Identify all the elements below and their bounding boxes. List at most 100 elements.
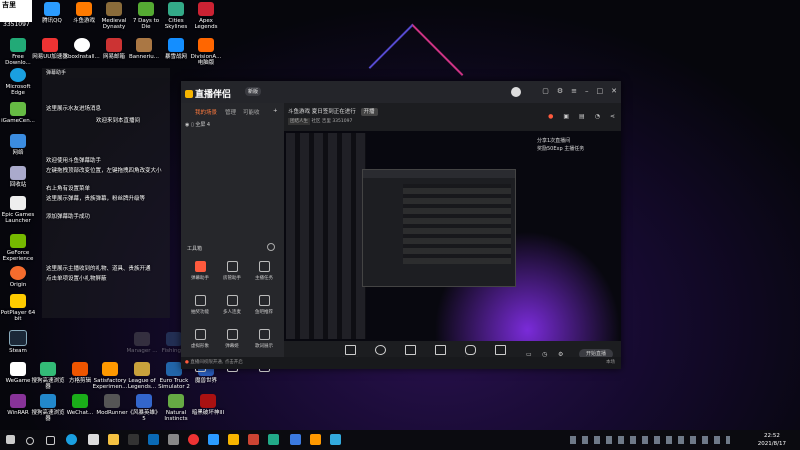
- status-text[interactable]: 直播间权限开通, 点击开启: [190, 360, 242, 365]
- desktop-icon-diablo[interactable]: 暗黑破坏神III: [190, 394, 226, 416]
- app-window[interactable]: 直播伴侣 新版 ▢ ⚙ ≡ – □ ✕ 我的场景 管理 可能收 + ◉ ▯ 全屏…: [181, 81, 621, 372]
- close-icon[interactable]: ✕: [611, 87, 617, 95]
- desktop-icon-epic[interactable]: Epic Games Launcher: [0, 196, 36, 224]
- version-tag[interactable]: 新版: [245, 87, 262, 96]
- menu-icon[interactable]: ≡: [571, 87, 577, 95]
- tool-tasks[interactable]: 主播任务: [249, 261, 279, 281]
- app-icon-4[interactable]: [268, 434, 279, 445]
- desktop-icon-network[interactable]: 网络: [0, 134, 36, 156]
- xbox-icon: [74, 38, 90, 52]
- tab-scenes[interactable]: 我的场景: [195, 108, 217, 116]
- record-icon[interactable]: ●: [548, 113, 553, 120]
- app-logo: 直播伴侣: [185, 87, 231, 100]
- desktop-icon-apex[interactable]: Apex Legends: [188, 2, 224, 30]
- desktop-icon-uu[interactable]: 网易UU加速器: [32, 38, 68, 60]
- gift-icon: [194, 295, 206, 306]
- desktop-icon-recycle[interactable]: 回收站: [0, 166, 36, 188]
- explorer-icon[interactable]: [108, 434, 119, 445]
- eye-icon[interactable]: ◉: [185, 122, 189, 128]
- medieval-icon: [106, 2, 122, 16]
- satisfactory-icon: [102, 362, 118, 376]
- desktop-icon-modrunner[interactable]: ModRunner: [94, 394, 130, 416]
- edge-taskbar-icon[interactable]: [66, 434, 77, 445]
- room-actions: ● ▣ ▤ ◔ ⋖: [548, 113, 615, 120]
- task-view-icon[interactable]: [46, 436, 55, 445]
- chrome-icon[interactable]: [188, 434, 199, 445]
- minimize-icon[interactable]: –: [585, 87, 589, 95]
- fangge-icon: [72, 362, 88, 376]
- tool-danmaku-ji[interactable]: 弹幕姬: [217, 329, 247, 349]
- avatar[interactable]: [511, 87, 521, 97]
- desktop-icon-steam[interactable]: Steam: [0, 330, 36, 354]
- desktop-icon-edge[interactable]: Microsoft Edge: [0, 68, 36, 96]
- desktop-icon-xbox[interactable]: XboxInstall...: [64, 38, 100, 60]
- overlay-header[interactable]: 弹幕助手: [42, 68, 170, 78]
- collapse-icon[interactable]: [267, 243, 275, 251]
- live-tag[interactable]: 开播: [360, 108, 378, 116]
- app-icon[interactable]: [168, 434, 179, 445]
- tool-lyrics[interactable]: 歌词展示: [249, 329, 279, 349]
- desktop-icon-medieval[interactable]: Medieval Dynasty: [96, 2, 132, 30]
- tool-room-manager[interactable]: 房管助手: [217, 261, 247, 281]
- room-meta: 团结人生 社区 吉里 3351097: [288, 118, 353, 125]
- danmaku-overlay[interactable]: 弹幕助手 这里展示水友进场消息 欢迎来到本直播间 欢迎使用斗鱼弹幕助手 左键拖拽…: [42, 68, 170, 318]
- danmaku-icon: [194, 261, 206, 272]
- tool-danmaku[interactable]: 弹幕助手: [185, 261, 215, 281]
- heroes-icon: [136, 394, 152, 408]
- qq-taskbar-icon[interactable]: [208, 434, 219, 445]
- add-scene-icon[interactable]: +: [273, 108, 278, 114]
- app-icon-6[interactable]: [310, 434, 321, 445]
- recycle-bin-icon: [10, 166, 26, 180]
- app-icon-7[interactable]: [330, 434, 341, 445]
- camera-icon: [374, 345, 386, 355]
- terminal-icon[interactable]: [128, 434, 139, 445]
- search-icon[interactable]: [26, 437, 34, 445]
- tray-icons[interactable]: [570, 436, 730, 444]
- lock-icon[interactable]: ▯: [191, 122, 194, 128]
- truck-icon: [166, 362, 182, 376]
- desktop-icon-origin[interactable]: Origin: [0, 266, 36, 288]
- nested-content: [403, 184, 511, 264]
- user-icon: [226, 261, 238, 272]
- bell-icon[interactable]: ◔: [595, 113, 600, 120]
- windows-start-icon[interactable]: [6, 435, 15, 444]
- message-icon[interactable]: ▢: [542, 87, 549, 95]
- desktop-icon-igame[interactable]: iGameCen...: [0, 102, 36, 124]
- desktop-icon-division[interactable]: DivisionA... 电脑版: [188, 38, 224, 66]
- natural-icon: [168, 394, 184, 408]
- scene-item[interactable]: ◉ ▯ 全屏 4: [185, 121, 210, 128]
- taskbar-clock[interactable]: 22:52 2021/8/17: [758, 432, 786, 448]
- store-icon[interactable]: [88, 434, 99, 445]
- app-icon-2[interactable]: [228, 434, 239, 445]
- tool-multi-mic[interactable]: 多人连麦: [217, 295, 247, 315]
- desktop-icon-manager[interactable]: Manager ...: [124, 332, 160, 354]
- desktop-icon-wechat[interactable]: WeChat...: [62, 394, 98, 416]
- stream-preview[interactable]: 分享1次直播间 奖励50Exp 主播任务: [284, 131, 621, 341]
- vscode-icon[interactable]: [148, 434, 159, 445]
- layout-icon[interactable]: ▤: [579, 113, 585, 120]
- desktop-icon-free[interactable]: Free Downlo...: [0, 38, 36, 66]
- tab-manage[interactable]: 管理: [225, 108, 236, 116]
- desktop-icon-potplayer[interactable]: PotPlayer 64 bit: [0, 294, 36, 322]
- download-icon: [10, 38, 26, 52]
- desktop-icon-sogou[interactable]: 搜狗高速浏览器: [30, 362, 66, 390]
- share-icon[interactable]: ⋖: [610, 113, 615, 120]
- app-icon-5[interactable]: [290, 434, 301, 445]
- desktop-icon-bannerlord[interactable]: Banneriu...: [126, 38, 162, 60]
- desktop-icon-satisfactory[interactable]: Satisfactory Experimen...: [92, 362, 128, 390]
- tool-fishbar[interactable]: 鱼吧推荐: [249, 295, 279, 315]
- desktop-icon-geforce[interactable]: GeForce Experience: [0, 234, 36, 262]
- desktop-icon-qq[interactable]: 腾讯QQ: [34, 2, 70, 24]
- settings-icon[interactable]: ⚙: [557, 87, 563, 95]
- tool-avatar[interactable]: 虚拟形象: [185, 329, 215, 349]
- lock-icon[interactable]: ▣: [563, 113, 569, 120]
- app-icon-3[interactable]: [248, 434, 259, 445]
- maximize-icon[interactable]: □: [597, 87, 604, 95]
- desktop-icon-lol[interactable]: League of Legends...: [124, 362, 160, 390]
- desktop-icon-sogou-2[interactable]: 搜狗高速浏览器: [30, 394, 66, 422]
- tool-lottery[interactable]: 抽奖功能: [185, 295, 215, 315]
- tab-other[interactable]: 可能收: [243, 108, 260, 116]
- desktop-icon-natural[interactable]: Natural Instincts: [158, 394, 194, 422]
- title-bar[interactable]: 直播伴侣 新版 ▢ ⚙ ≡ – □ ✕: [181, 81, 621, 103]
- desktop-icon-heroes[interactable]: 《风暴英雄》 5: [126, 394, 162, 422]
